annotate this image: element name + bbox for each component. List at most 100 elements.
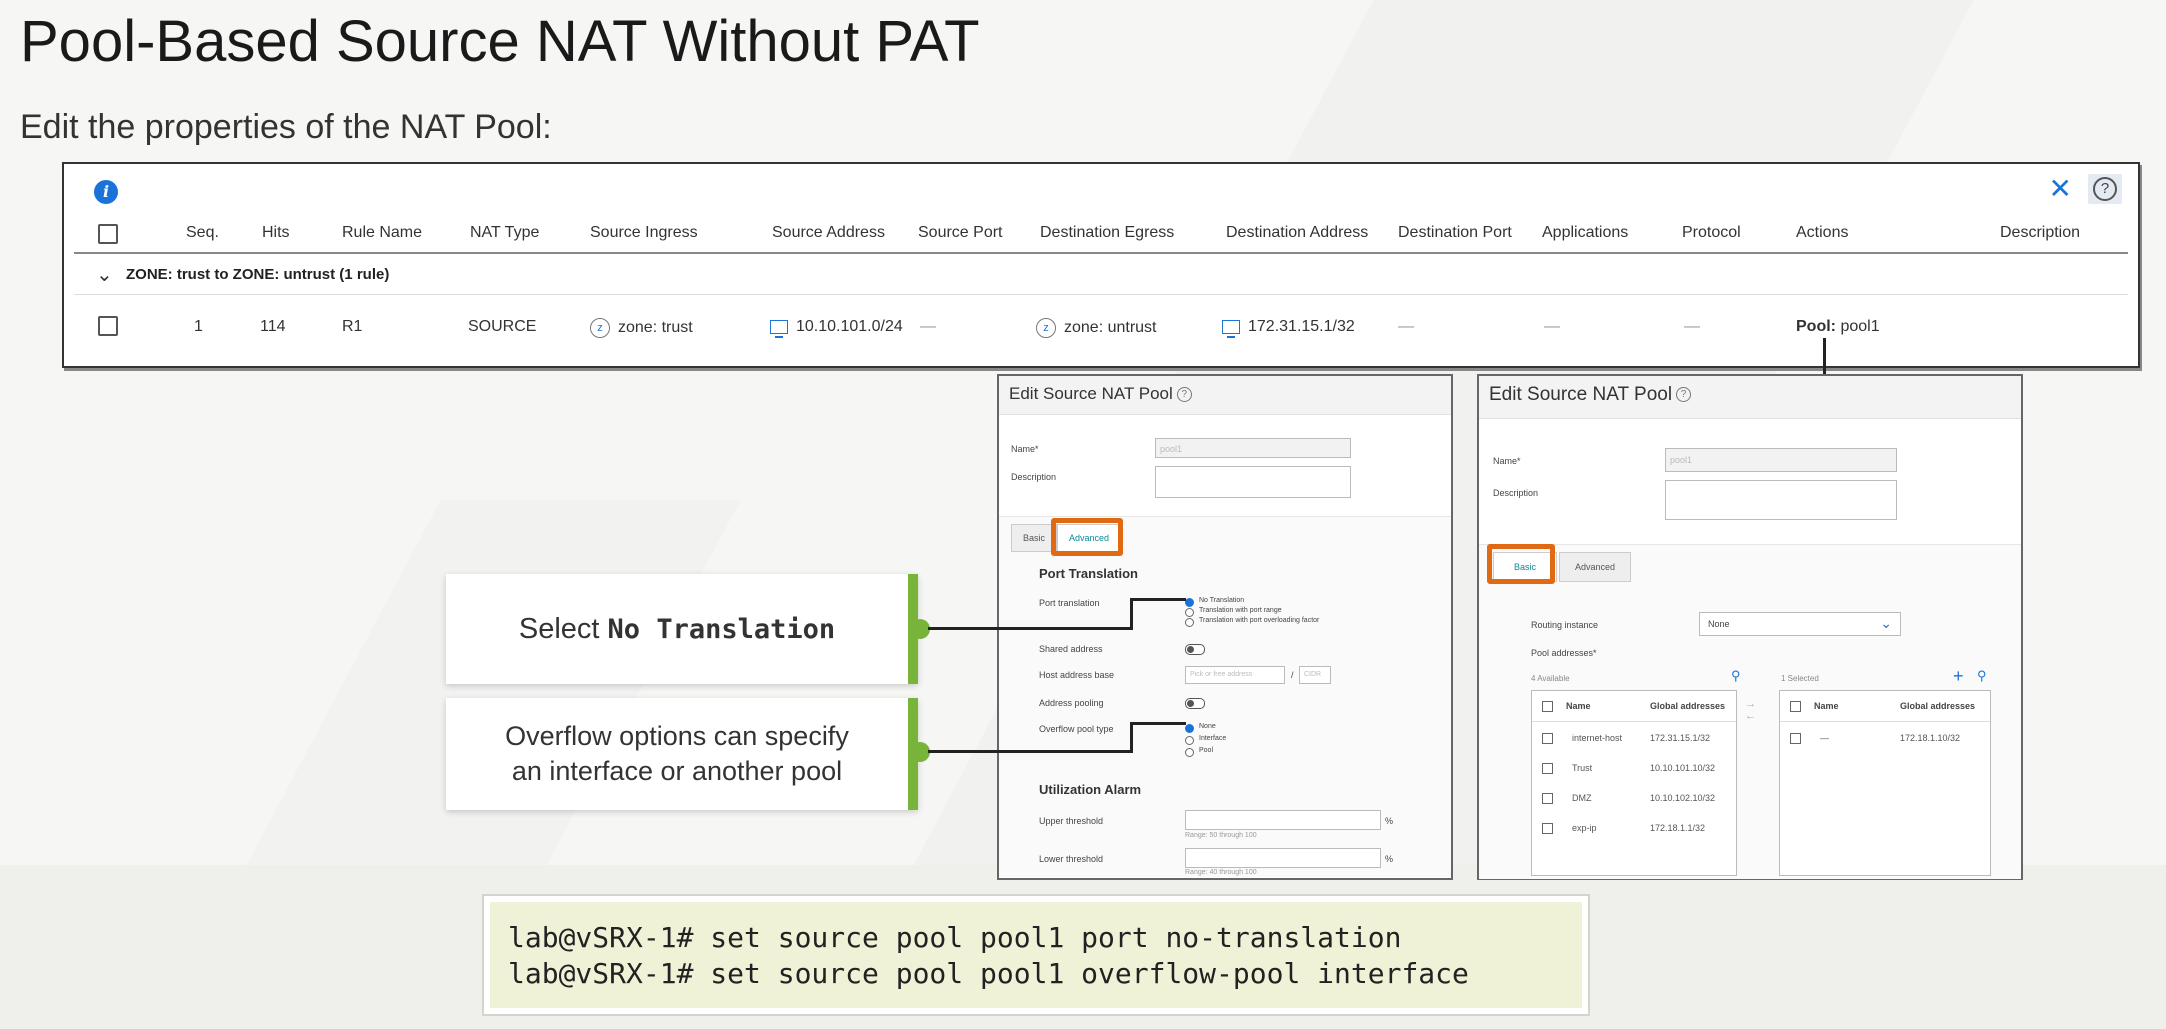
nat-rules-table: i ✕ ? Seq. Hits Rule Name NAT Type Sourc… [62,162,2140,368]
radio-overflow-none[interactable] [1185,724,1194,733]
help-button[interactable]: ? [2088,174,2122,204]
port-translation-heading: Port Translation [1039,566,1138,581]
chevron-down-icon[interactable]: ⌄ [96,262,113,287]
address-pooling-label: Address pooling [1039,698,1104,708]
name-field[interactable]: pool1 [1665,448,1897,472]
close-icon[interactable]: ✕ [2049,174,2072,204]
list-item[interactable]: internet-host 172.31.15.1/32 [1532,723,1736,753]
row-checkbox[interactable] [1542,793,1553,804]
column-header[interactable]: NAT Type [470,224,539,242]
column-header[interactable]: Applications [1542,224,1628,242]
routing-instance-label: Routing instance [1531,620,1599,630]
info-icon[interactable]: i [94,180,118,204]
cli-commands: lab@vSRX-1# set source pool pool1 port n… [482,894,1590,1016]
column-header[interactable]: Description [2000,224,2080,242]
pool-addresses-label: Pool addresses* [1531,648,1597,658]
host-address-input[interactable]: Pick or free address [1185,666,1285,684]
separator: / [1291,670,1294,680]
select-all-checkbox[interactable] [1542,701,1553,712]
cli-line: lab@vSRX-1# set source pool pool1 overfl… [508,957,1469,990]
cell-source-port: — [920,318,936,335]
list-item[interactable]: DMZ 10.10.102.10/32 [1532,783,1736,813]
cell-rule-name: R1 [342,318,363,335]
cidr-input[interactable]: CIDR [1299,666,1331,684]
connector-line [928,627,1132,630]
shared-address-toggle[interactable] [1185,644,1205,655]
rule-group-row[interactable]: ⌄ ZONE: trust to ZONE: untrust (1 rule) [74,256,2128,295]
zone-icon: z [590,318,610,338]
connector-line [1130,722,1186,725]
search-icon[interactable]: ⚲ [1731,668,1741,684]
panel-title: Edit Source NAT Pool? [1489,384,1692,406]
row-checkbox[interactable] [1542,763,1553,774]
list-item[interactable]: — 172.18.1.10/32 [1780,723,1990,753]
move-left-icon[interactable]: ← [1745,710,1756,722]
lower-threshold-input[interactable] [1185,848,1381,868]
cell-actions[interactable]: Pool: pool1 [1796,318,1880,336]
row-checkbox[interactable] [1790,733,1801,744]
tab-highlight [1051,518,1123,556]
cell-destination-address: 172.31.15.1/32 [1222,318,1355,338]
port-translation-label: Port translation [1039,598,1100,608]
cell-source-address: 10.10.101.0/24 [770,318,903,338]
utilization-alarm-heading: Utilization Alarm [1039,782,1142,797]
upper-threshold-input[interactable] [1185,810,1381,830]
column-header[interactable]: Global addresses [1900,701,1975,711]
list-item[interactable]: exp-ip 172.18.1.1/32 [1532,813,1736,843]
radio-no-translation[interactable] [1185,598,1194,607]
radio-overflow-pool[interactable] [1185,748,1194,757]
panel-header: Edit Source NAT Pool? [1479,376,2021,419]
address-pooling-toggle[interactable] [1185,698,1205,709]
list-item[interactable]: Trust 10.10.101.10/32 [1532,753,1736,783]
column-header[interactable]: Destination Egress [1040,224,1174,242]
search-icon[interactable]: ⚲ [1977,668,1987,684]
name-field[interactable]: pool1 [1155,438,1351,458]
description-label: Description [1011,472,1057,482]
upper-range-hint: Range: 50 through 100 [1185,832,1257,839]
column-header[interactable]: Rule Name [342,224,422,242]
column-header[interactable]: Destination Address [1226,224,1368,242]
column-header[interactable]: Seq. [186,224,219,242]
help-icon[interactable]: ? [1676,387,1692,403]
name-label: Name* [1493,456,1521,466]
add-icon[interactable]: + [1953,666,1964,687]
slide-title: Pool-Based Source NAT Without PAT [20,9,980,74]
select-all-checkbox[interactable] [1790,701,1801,712]
column-header[interactable]: Hits [262,224,290,242]
column-header[interactable]: Source Ingress [590,224,698,242]
row-checkbox[interactable] [1542,823,1553,834]
address-icon [770,319,788,338]
column-header[interactable]: Actions [1796,224,1848,242]
row-checkbox[interactable] [1542,733,1553,744]
column-header[interactable]: Destination Port [1398,224,1512,242]
description-field[interactable] [1665,480,1897,520]
tab-advanced[interactable]: Advanced [1559,552,1631,582]
host-address-base-label: Host address base [1039,670,1115,680]
column-header[interactable]: Source Port [918,224,1002,242]
column-header[interactable]: Protocol [1682,224,1741,242]
option-label: No Translation [1199,597,1245,604]
description-field[interactable] [1155,466,1351,498]
select-all-checkbox[interactable] [98,224,118,244]
name-label: Name* [1011,444,1039,454]
help-icon[interactable]: ? [1176,387,1192,403]
row-checkbox[interactable] [98,316,118,336]
connector-line [1130,598,1133,630]
radio-port-overloading[interactable] [1185,618,1194,627]
available-addresses-list: Name Global addresses internet-host 172.… [1531,690,1737,876]
radio-port-range[interactable] [1185,608,1194,617]
radio-overflow-interface[interactable] [1185,736,1194,745]
column-header[interactable]: Source Address [772,224,885,242]
callout-line: an interface or another pool [511,756,843,786]
connector-dot [910,742,930,762]
move-right-icon[interactable]: → [1745,698,1756,710]
cell-source-ingress: z zone: trust [590,318,693,338]
callout-no-translation: Select No Translation [446,574,918,684]
panel-title: Edit Source NAT Pool? [1009,384,1192,404]
option-label: Interface [1199,735,1227,742]
column-header[interactable]: Name [1566,701,1591,711]
routing-instance-select[interactable]: None ⌄ [1699,612,1901,636]
column-header[interactable]: Name [1814,701,1839,711]
column-header[interactable]: Global addresses [1650,701,1725,711]
table-row[interactable]: 1 114 R1 SOURCE z zone: trust 10.10.101.0… [74,302,2128,348]
